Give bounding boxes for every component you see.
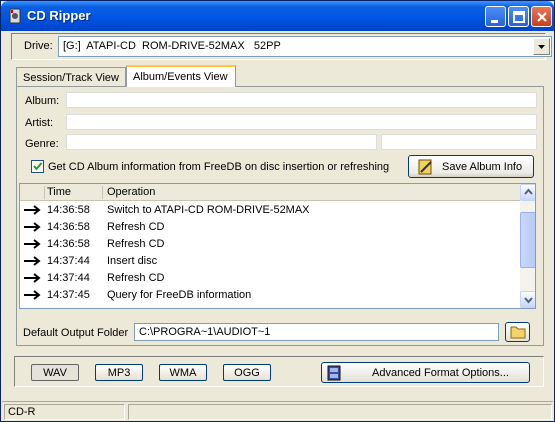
log-row[interactable]: 14:37:45 Query for FreeDB information [20,287,520,304]
log-row[interactable]: 14:37:44 Refresh CD [20,270,520,287]
chevron-down-icon [524,297,533,304]
status-pane-right [128,404,552,420]
log-operation: Refresh CD [107,238,165,250]
log-operation: Query for FreeDB information [107,289,252,301]
log-scrollbar[interactable] [520,184,535,308]
title-bar[interactable]: CD Ripper [1,1,554,31]
artist-label: Artist: [25,117,54,129]
save-album-info-label: Save Album Info [442,161,523,173]
genre-extra-input[interactable] [381,134,537,150]
tab-label: Album/Events View [133,71,228,83]
cd-ripper-app-icon[interactable] [7,8,23,24]
output-folder-label: Default Output Folder [23,327,129,339]
log-time: 14:36:58 [47,238,90,250]
log-row[interactable]: 14:36:58 Refresh CD [20,219,520,236]
log-time: 14:37:45 [47,289,90,301]
arrow-right-icon [23,289,43,304]
scroll-up-button[interactable] [520,184,535,201]
arrow-right-icon [23,238,43,253]
browse-folder-button[interactable] [505,322,530,342]
column-header-operation[interactable]: Operation [107,186,155,198]
log-header: Time Operation [20,184,520,201]
format-selector: WAV MP3 WMA OGG Advanced Format Options.… [14,356,544,387]
output-folder-input[interactable]: C:\PROGRA~1\AUDIOT~1 [134,323,499,341]
arrow-right-icon [23,272,43,287]
status-bar: CD-R [2,401,553,421]
checkmark-icon [33,162,43,171]
artist-input[interactable] [66,114,537,130]
log-row[interactable]: 14:37:44 Insert disc [20,253,520,270]
log-time: 14:37:44 [47,272,90,284]
drive-select-value: [G:] ATAPI-CD ROM-DRIVE-52MAX 52PP [63,40,281,52]
advanced-format-options-button[interactable]: Advanced Format Options... [321,362,530,383]
arrow-right-icon [23,255,43,270]
column-header-time[interactable]: Time [47,186,71,198]
scroll-thumb[interactable] [520,212,535,268]
tab-album-events-view[interactable]: Album/Events View [126,65,236,87]
cd-ripper-window: CD Ripper Drive: [G:] ATAPI-CD ROM-DRIVE… [0,0,555,422]
tab-session-track-view[interactable]: Session/Track View [16,67,126,87]
log-time: 14:37:44 [47,255,90,267]
save-album-info-button[interactable]: Save Album Info [408,155,534,178]
freedb-checkbox[interactable] [31,160,44,173]
arrow-right-icon [23,221,43,236]
chevron-up-icon [524,188,533,195]
maximize-button[interactable] [508,6,529,27]
format-wav-button[interactable]: WAV [31,364,79,381]
advanced-format-options-label: Advanced Format Options... [372,367,509,379]
column-separator [102,186,103,199]
minimize-button[interactable] [485,6,506,27]
format-mp3-button[interactable]: MP3 [95,364,143,381]
log-rows: 14:36:58 Switch to ATAPI-CD ROM-DRIVE-52… [20,202,520,304]
drive-label: Drive: [24,40,53,52]
settings-film-icon [326,365,342,384]
status-text: CD-R [8,406,36,418]
log-time: 14:36:58 [47,221,90,233]
log-row[interactable]: 14:36:58 Refresh CD [20,236,520,253]
folder-icon [510,326,526,339]
genre-input[interactable] [66,134,377,150]
album-input[interactable] [66,92,537,108]
close-button[interactable] [531,6,552,27]
drive-row: Drive: [G:] ATAPI-CD ROM-DRIVE-52MAX 52P… [14,35,552,59]
chevron-down-icon [538,45,545,49]
album-events-panel: Album: Artist: Genre: Get CD Album infor… [16,86,544,346]
save-album-icon [417,159,435,178]
log-operation: Insert disc [107,255,158,267]
column-separator [44,186,45,199]
log-operation: Refresh CD [107,272,165,284]
freedb-checkbox-label[interactable]: Get CD Album information from FreeDB on … [48,161,389,173]
log-operation: Refresh CD [107,221,165,233]
log-row[interactable]: 14:36:58 Switch to ATAPI-CD ROM-DRIVE-52… [20,202,520,219]
drive-dropdown-button[interactable] [533,38,550,55]
scroll-down-button[interactable] [520,291,535,308]
format-wma-button[interactable]: WMA [159,364,207,381]
log-time: 14:36:58 [47,204,90,216]
format-ogg-button[interactable]: OGG [223,364,271,381]
album-label: Album: [25,95,60,107]
tab-label: Session/Track View [23,72,119,84]
drive-select[interactable]: [G:] ATAPI-CD ROM-DRIVE-52MAX 52PP [58,36,552,57]
event-log-list[interactable]: Time Operation 14:36:58 Switch to ATAPI-… [19,183,536,309]
status-pane-left: CD-R [4,404,125,420]
genre-label: Genre: [25,138,59,150]
log-operation: Switch to ATAPI-CD ROM-DRIVE-52MAX [107,204,310,216]
window-title: CD Ripper [27,8,91,23]
output-folder-value: C:\PROGRA~1\AUDIOT~1 [139,326,271,338]
arrow-right-icon [23,204,43,219]
